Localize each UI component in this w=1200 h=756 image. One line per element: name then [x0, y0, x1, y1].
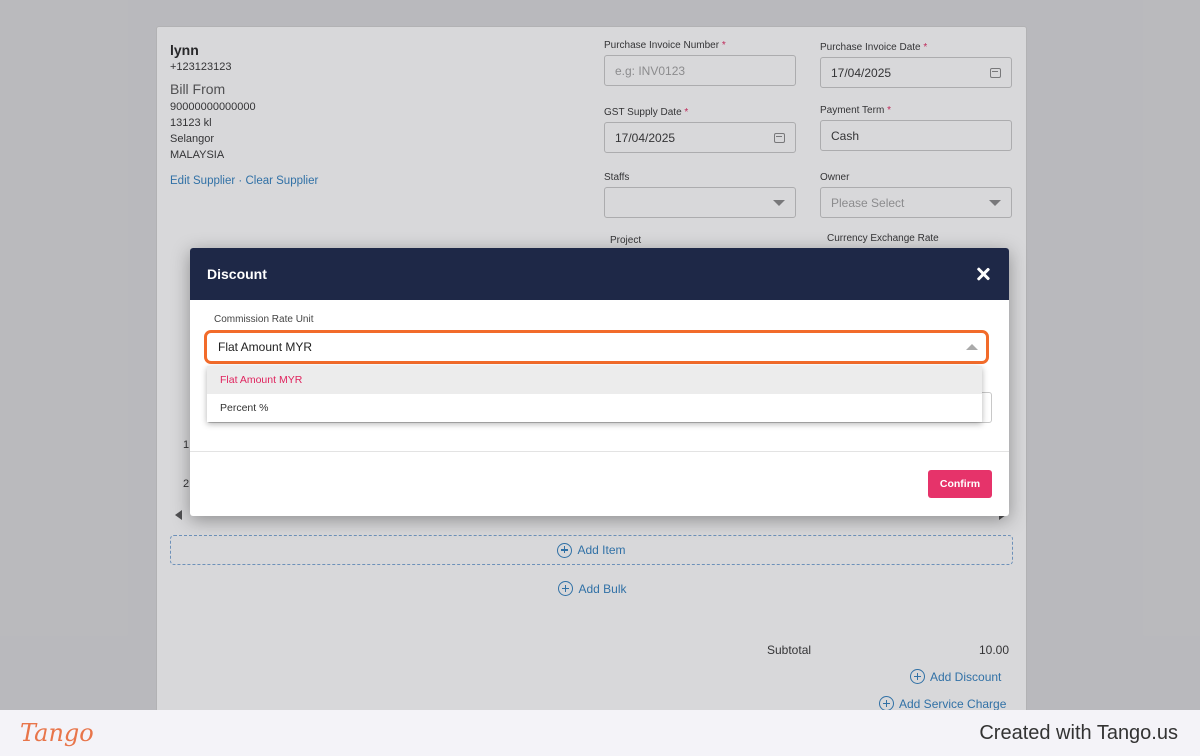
- commission-rate-unit-select[interactable]: Flat Amount MYR: [204, 330, 989, 364]
- tango-logo: Tango: [20, 719, 94, 747]
- modal-title: Discount: [207, 266, 267, 282]
- confirm-button[interactable]: Confirm: [928, 470, 992, 498]
- commission-rate-unit-label: Commission Rate Unit: [214, 314, 314, 325]
- commission-rate-unit-value: Flat Amount MYR: [218, 340, 313, 354]
- modal-header: Discount: [190, 248, 1009, 300]
- app-screen: lynn +123123123 Bill From 90000000000000…: [0, 0, 1200, 710]
- close-icon[interactable]: [974, 265, 992, 283]
- discount-modal: Discount Commission Rate Unit Flat Amoun…: [190, 248, 1009, 516]
- tango-footer: Tango Created with Tango.us: [0, 710, 1200, 756]
- created-with-text: Created with Tango.us: [979, 721, 1178, 744]
- modal-footer: Confirm: [190, 451, 1009, 516]
- modal-body: Commission Rate Unit Flat Amount MYR Fla…: [190, 300, 1009, 451]
- dropdown-option-percent[interactable]: Percent %: [207, 394, 982, 422]
- chevron-up-icon: [966, 344, 978, 350]
- unit-dropdown-menu: Flat Amount MYR Percent %: [207, 366, 982, 422]
- dropdown-option-flat-amount[interactable]: Flat Amount MYR: [207, 366, 982, 394]
